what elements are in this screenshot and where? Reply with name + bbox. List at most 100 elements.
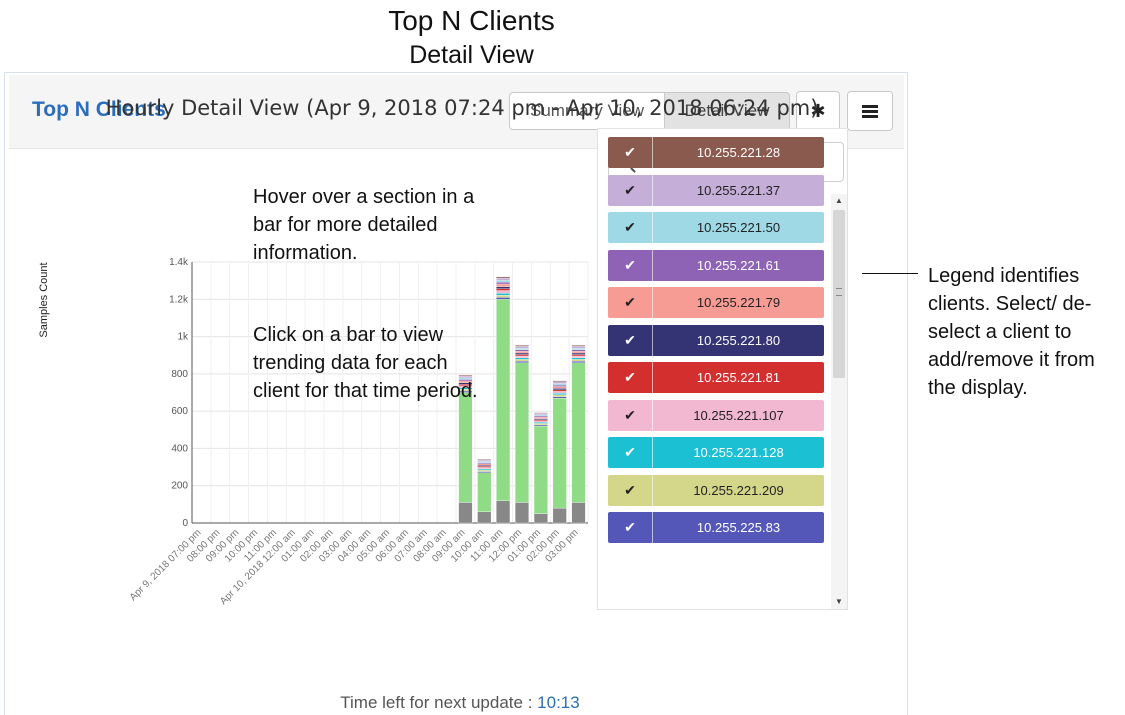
bar-segment <box>477 463 492 466</box>
bar-segment <box>552 381 567 384</box>
bar-segment <box>477 469 492 472</box>
bar-segment <box>477 461 492 463</box>
bar-segment <box>496 290 511 294</box>
bar-segment <box>477 459 492 461</box>
bar-segment <box>571 347 586 350</box>
legend-item[interactable]: ✔ 10.255.221.28 <box>608 137 824 168</box>
bar-segment <box>515 357 529 360</box>
bar-segment <box>571 346 586 349</box>
legend-item[interactable]: ✔ 10.255.221.79 <box>608 287 824 318</box>
legend-item[interactable]: ✔ 10.255.221.81 <box>608 362 824 393</box>
legend-item-label: 10.255.221.80 <box>696 332 781 348</box>
legend-item[interactable]: ✔ 10.255.225.83 <box>608 512 824 543</box>
checkmark-icon[interactable]: ✔ <box>608 137 653 168</box>
bar-segment <box>533 412 548 414</box>
bar-segment <box>477 511 492 524</box>
legend-item[interactable]: ✔ 10.255.221.107 <box>608 399 824 431</box>
bar-segment <box>571 349 586 352</box>
bar-segment <box>552 397 567 509</box>
bar-segment <box>496 283 511 287</box>
checkmark-icon[interactable]: ✔ <box>608 362 653 393</box>
bar-segment <box>496 280 511 283</box>
legend-item[interactable]: ✔ 10.255.221.37 <box>608 174 824 206</box>
bar-segment <box>496 281 511 285</box>
bar-segment <box>571 355 586 358</box>
legend-callout: Legend identifies clients. Select/ de-se… <box>928 265 1095 399</box>
y-tick-label: 1.4k <box>169 257 189 268</box>
bar-segment <box>477 465 492 467</box>
y-axis-label: Samples Count <box>38 262 50 338</box>
checkmark-icon[interactable]: ✔ <box>608 212 653 243</box>
bar-segment <box>458 502 473 524</box>
bar-segment <box>477 468 492 471</box>
y-tick-label: 600 <box>171 406 188 417</box>
bar-segment <box>571 350 586 354</box>
bar-segment <box>571 354 586 357</box>
bar-segment <box>515 346 529 349</box>
bar-segment <box>533 414 548 417</box>
bar-segment <box>552 386 567 389</box>
bar-segment <box>533 425 548 514</box>
bar-segment <box>515 362 529 503</box>
bar-segment <box>552 391 567 394</box>
legend-scrollbar[interactable]: ▲ ▼ <box>831 194 847 609</box>
bar-segment <box>533 424 548 427</box>
scroll-down-arrow-icon[interactable]: ▼ <box>831 595 847 609</box>
bar-segment <box>571 362 586 503</box>
bar-segment <box>496 276 511 279</box>
callout-line <box>862 273 918 274</box>
bar-segment <box>477 462 492 464</box>
bar-segment <box>477 471 492 473</box>
hover-instruction: Hover over a section in a bar for more d… <box>253 186 475 264</box>
update-timer-label: Time left for next update : <box>340 693 533 712</box>
bar-segment <box>552 389 567 392</box>
checkmark-icon[interactable]: ✔ <box>608 474 653 506</box>
checkmark-icon[interactable]: ✔ <box>608 437 653 468</box>
checkmark-icon[interactable]: ✔ <box>608 512 653 543</box>
legend-item[interactable]: ✔ 10.255.221.50 <box>608 212 824 243</box>
bar-segment <box>533 422 548 424</box>
legend-item-label: 10.255.221.50 <box>696 220 781 235</box>
bar-segment <box>496 500 511 524</box>
bar-segment <box>477 472 492 512</box>
checkmark-icon[interactable]: ✔ <box>608 324 653 356</box>
checkmark-icon[interactable]: ✔ <box>608 399 653 431</box>
checkmark-icon[interactable]: ✔ <box>608 287 653 318</box>
legend-item[interactable]: ✔ 10.255.221.128 <box>608 437 824 468</box>
bar-segment <box>515 352 529 355</box>
legend-item-label: 10.255.221.81 <box>696 370 781 385</box>
legend-item-label: 10.255.221.128 <box>693 445 784 460</box>
bar-segment <box>515 359 529 362</box>
legend-item[interactable]: ✔ 10.255.221.80 <box>608 324 824 356</box>
legend-item[interactable]: ✔ 10.255.221.209 <box>608 474 824 506</box>
legend-item-label: 10.255.221.107 <box>693 407 784 423</box>
bar-segment <box>533 419 548 421</box>
hamburger-menu-icon <box>862 105 878 118</box>
bar-segment <box>571 361 586 363</box>
bar-segment <box>571 502 586 524</box>
bar-segment <box>515 355 529 358</box>
checkmark-icon[interactable]: ✔ <box>608 249 653 281</box>
y-tick-label: 200 <box>171 481 188 492</box>
bar-segment <box>515 345 529 347</box>
bar-segment <box>496 277 511 281</box>
bar-segment <box>533 423 548 426</box>
checkmark-icon[interactable]: ✔ <box>608 174 653 206</box>
legend-item[interactable]: ✔ 10.255.221.61 <box>608 249 824 281</box>
bar-segment <box>552 388 567 391</box>
document-subtitle: Detail View <box>409 41 534 69</box>
scroll-thumb[interactable] <box>833 210 845 378</box>
bar-segment <box>533 420 548 423</box>
scroll-up-arrow-icon[interactable]: ▲ <box>831 194 847 208</box>
legend-panel: ✔ 10.255.221.28 ✔ 10.255.221.37 ✔ 10.255.221.… <box>597 128 848 610</box>
bar-segment <box>571 359 586 362</box>
document-title: Top N Clients <box>388 5 555 36</box>
bar-segment <box>552 394 567 397</box>
legend-item-label: 10.255.221.37 <box>696 182 781 198</box>
bar-segment <box>533 513 548 524</box>
bar-segment <box>533 416 548 419</box>
bar-segment <box>496 286 511 289</box>
y-tick-label: 400 <box>171 443 188 454</box>
bar-segment <box>515 354 529 357</box>
bar-segment <box>552 507 567 524</box>
